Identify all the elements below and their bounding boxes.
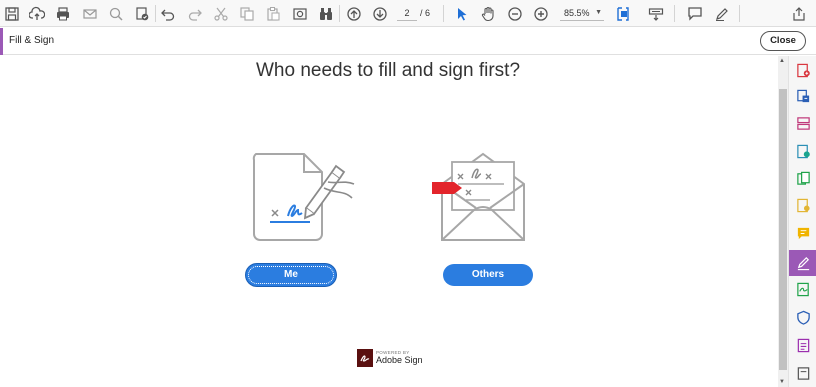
create-pdf-icon[interactable] xyxy=(794,61,812,79)
toolbar-separator xyxy=(739,5,740,22)
fill-sign-bar: Fill & Sign Close xyxy=(0,28,816,55)
scroll-up-icon[interactable]: ▲ xyxy=(779,58,785,64)
powered-by-adobe-sign: POWERED BY Adobe Sign xyxy=(357,349,423,367)
more-tools-icon[interactable] xyxy=(794,364,812,382)
zoom-out-icon[interactable] xyxy=(505,4,525,24)
hand-icon[interactable] xyxy=(478,4,498,24)
tools-pane xyxy=(788,56,816,387)
combine-files-icon[interactable] xyxy=(794,169,812,187)
scroll-thumb[interactable] xyxy=(779,89,787,370)
certified-icon[interactable] xyxy=(132,4,152,24)
page-title: Who needs to fill and sign first? xyxy=(255,60,521,81)
share-icon[interactable] xyxy=(789,4,809,24)
prepare-form-icon[interactable] xyxy=(794,336,812,354)
fill-sign-tool-icon[interactable] xyxy=(789,250,816,276)
fill-sign-accent xyxy=(0,28,3,55)
pen-icon[interactable] xyxy=(712,4,732,24)
prev-page-icon[interactable] xyxy=(344,4,364,24)
close-button[interactable]: Close xyxy=(760,31,806,51)
snapshot-icon[interactable] xyxy=(290,4,310,24)
send-for-signature-icon[interactable] xyxy=(794,280,812,298)
cut-icon[interactable] xyxy=(211,4,231,24)
scan-ocr-icon[interactable] xyxy=(794,196,812,214)
page-total: / 6 xyxy=(420,8,431,18)
print-icon[interactable] xyxy=(53,4,73,24)
upload-icon[interactable] xyxy=(27,4,47,24)
adobe-sign-label: Adobe Sign xyxy=(376,355,423,366)
redo-icon[interactable] xyxy=(185,4,205,24)
others-button[interactable]: Others xyxy=(443,264,533,286)
chevron-down-icon: ▼ xyxy=(595,9,602,16)
me-button[interactable]: Me xyxy=(246,264,336,286)
undo-icon[interactable] xyxy=(158,4,178,24)
paste-icon[interactable] xyxy=(263,4,283,24)
zoom-in-icon[interactable] xyxy=(531,4,551,24)
email-icon[interactable] xyxy=(80,4,100,24)
self-sign-illustration xyxy=(252,153,355,241)
next-page-icon[interactable] xyxy=(370,4,390,24)
vertical-scrollbar[interactable]: ▲ ▼ xyxy=(778,56,788,387)
others-sign-illustration xyxy=(432,152,525,241)
fit-page-icon[interactable] xyxy=(614,4,634,24)
main-toolbar: 2 / 6 85.5% ▼ xyxy=(0,0,816,27)
document-area: Who needs to fill and sign first? Me Oth… xyxy=(0,56,778,387)
save-icon[interactable] xyxy=(2,4,22,24)
comment-tool-icon[interactable] xyxy=(794,224,812,242)
toolbar-separator xyxy=(443,5,444,22)
zoom-select[interactable]: 85.5% ▼ xyxy=(560,5,604,21)
binoculars-icon[interactable] xyxy=(316,4,336,24)
comment-icon[interactable] xyxy=(685,4,705,24)
toolbar-separator xyxy=(339,5,340,22)
protect-icon[interactable] xyxy=(794,308,812,326)
edit-pdf-icon[interactable] xyxy=(794,142,812,160)
keyboard-icon[interactable] xyxy=(646,4,666,24)
page-number-input[interactable]: 2 xyxy=(397,5,417,21)
zoom-value: 85.5% xyxy=(564,8,590,18)
export-pdf-icon[interactable] xyxy=(794,87,812,105)
toolbar-separator xyxy=(155,5,156,22)
adobe-sign-logo-icon xyxy=(357,349,373,367)
select-arrow-icon[interactable] xyxy=(452,4,472,24)
search-icon[interactable] xyxy=(106,4,126,24)
organize-pages-icon[interactable] xyxy=(794,114,812,132)
copy-icon[interactable] xyxy=(237,4,257,24)
fill-sign-title: Fill & Sign xyxy=(9,35,55,46)
toolbar-separator xyxy=(674,5,675,22)
scroll-down-icon[interactable]: ▼ xyxy=(779,379,785,385)
